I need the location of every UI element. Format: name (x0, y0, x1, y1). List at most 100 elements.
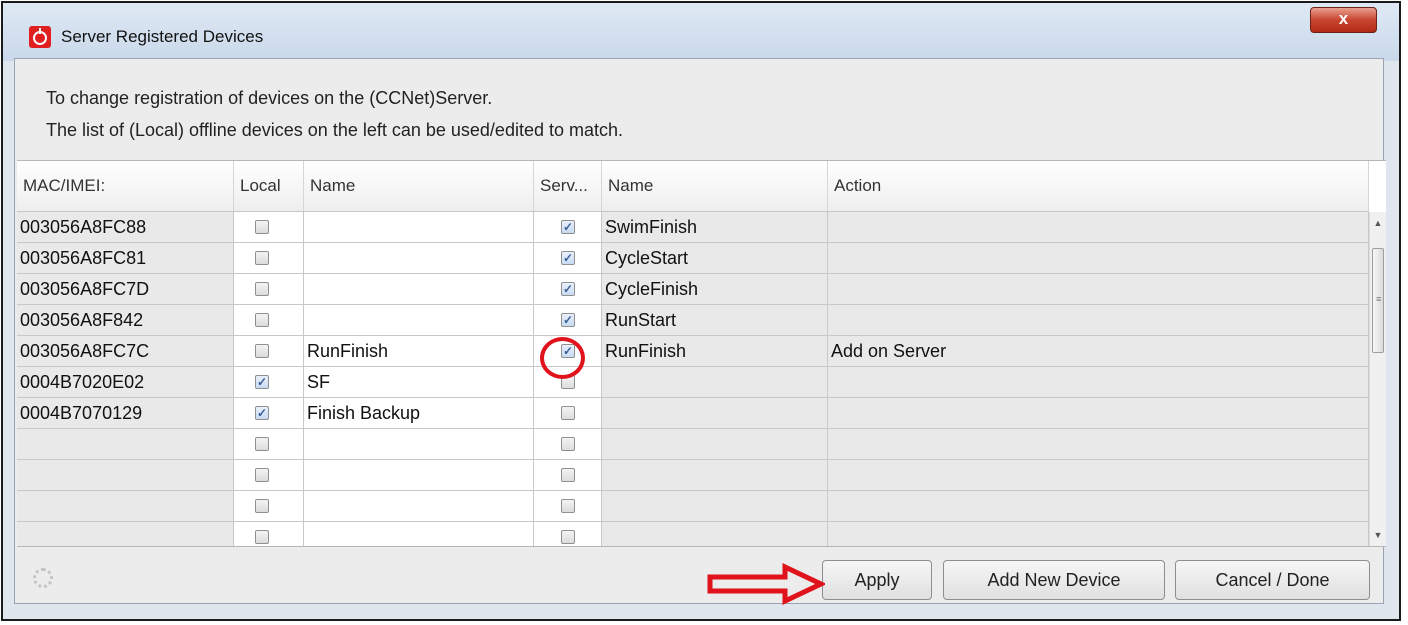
cell-local (234, 522, 304, 546)
cell-server (534, 460, 602, 490)
close-button[interactable]: x (1310, 7, 1377, 33)
cell-local (234, 243, 304, 273)
cell-local (234, 336, 304, 366)
cell-local-name[interactable]: Finish Backup (304, 398, 534, 428)
cell-local-name[interactable] (304, 305, 534, 335)
title-bar[interactable]: Server Registered Devices x (3, 3, 1399, 61)
table-row[interactable]: 0004B7020E02 ✓ SF (17, 367, 1369, 398)
cell-server (534, 398, 602, 428)
server-checkbox[interactable] (561, 530, 575, 544)
cell-local (234, 212, 304, 242)
table-row[interactable]: 003056A8FC88 ✓ SwimFinish (17, 212, 1369, 243)
table-row[interactable]: 003056A8FC7D ✓ CycleFinish (17, 274, 1369, 305)
cell-server-name: CycleFinish (602, 274, 828, 304)
cell-local-name[interactable]: RunFinish (304, 336, 534, 366)
cell-server-name (602, 522, 828, 546)
column-header-server-name[interactable]: Name (602, 161, 828, 211)
cell-server-name (602, 460, 828, 490)
red-arrow-icon (707, 563, 825, 605)
local-checkbox[interactable] (255, 499, 269, 513)
cell-server (534, 429, 602, 459)
cancel-done-button[interactable]: Cancel / Done (1175, 560, 1370, 600)
cell-server: ✓ (534, 274, 602, 304)
cell-server (534, 522, 602, 546)
cell-mac: 0004B7020E02 (17, 367, 234, 397)
local-checkbox[interactable] (255, 530, 269, 544)
server-checkbox[interactable] (561, 406, 575, 420)
stopwatch-icon (29, 26, 51, 48)
cell-action (828, 398, 1369, 428)
local-checkbox[interactable] (255, 344, 269, 358)
server-checkbox[interactable] (561, 499, 575, 513)
cell-local-name[interactable] (304, 460, 534, 490)
table-row[interactable]: 003056A8F842 ✓ RunStart (17, 305, 1369, 336)
cell-action (828, 274, 1369, 304)
description-line-1: To change registration of devices on the… (46, 88, 493, 108)
table-row[interactable] (17, 522, 1369, 546)
local-checkbox[interactable]: ✓ (255, 406, 269, 420)
local-checkbox[interactable]: ✓ (255, 375, 269, 389)
column-header-action[interactable]: Action (828, 161, 1369, 211)
table-row[interactable] (17, 460, 1369, 491)
cell-action (828, 460, 1369, 490)
cell-action (828, 367, 1369, 397)
server-checkbox[interactable]: ✓ (561, 313, 575, 327)
server-checkbox[interactable] (561, 437, 575, 451)
cell-local-name[interactable] (304, 429, 534, 459)
table-row[interactable]: 003056A8FC81 ✓ CycleStart (17, 243, 1369, 274)
server-checkbox[interactable]: ✓ (561, 251, 575, 265)
cell-local: ✓ (234, 398, 304, 428)
cell-action (828, 491, 1369, 521)
server-checkbox[interactable] (561, 468, 575, 482)
cell-local-name[interactable] (304, 491, 534, 521)
close-icon: x (1338, 9, 1349, 28)
cell-local-name[interactable] (304, 522, 534, 546)
local-checkbox[interactable] (255, 251, 269, 265)
cell-mac (17, 491, 234, 521)
table-row[interactable]: 0004B7070129 ✓ Finish Backup (17, 398, 1369, 429)
cell-server-name: RunStart (602, 305, 828, 335)
cell-mac (17, 522, 234, 546)
column-header-server[interactable]: Serv... (534, 161, 602, 211)
add-new-device-button[interactable]: Add New Device (943, 560, 1165, 600)
column-header-local-name[interactable]: Name (304, 161, 534, 211)
column-header-mac[interactable]: MAC/IMEI: (17, 161, 234, 211)
vertical-scrollbar[interactable]: ▲ ≡ ▼ (1369, 212, 1386, 546)
cell-local (234, 305, 304, 335)
cell-server-name: CycleStart (602, 243, 828, 273)
cell-server: ✓ (534, 212, 602, 242)
red-circle-highlight (540, 337, 585, 379)
grip-icon: ≡ (1376, 294, 1382, 304)
local-checkbox[interactable] (255, 220, 269, 234)
cell-local-name[interactable]: SF (304, 367, 534, 397)
cell-action (828, 243, 1369, 273)
local-checkbox[interactable] (255, 468, 269, 482)
table-row[interactable]: 003056A8FC7C RunFinish ✓ RunFinish Add on Se… (17, 336, 1369, 367)
table-row[interactable] (17, 429, 1369, 460)
local-checkbox[interactable] (255, 437, 269, 451)
cell-server-name (602, 367, 828, 397)
cell-server: ✓ (534, 305, 602, 335)
cell-local-name[interactable] (304, 212, 534, 242)
scrollbar-thumb[interactable]: ≡ (1372, 248, 1384, 353)
local-checkbox[interactable] (255, 282, 269, 296)
description-line-2: The list of (Local) offline devices on t… (46, 120, 624, 140)
column-header-local[interactable]: Local (234, 161, 304, 211)
server-checkbox[interactable]: ✓ (561, 282, 575, 296)
cell-mac (17, 460, 234, 490)
cell-local-name[interactable] (304, 243, 534, 273)
scroll-down-arrow-icon[interactable]: ▼ (1370, 526, 1386, 544)
cell-mac (17, 429, 234, 459)
apply-button[interactable]: Apply (822, 560, 932, 600)
scroll-up-arrow-icon[interactable]: ▲ (1370, 214, 1386, 232)
table-header: MAC/IMEI: Local Name Serv... Name Action (17, 161, 1369, 212)
local-checkbox[interactable] (255, 313, 269, 327)
cell-server-name: SwimFinish (602, 212, 828, 242)
server-checkbox[interactable]: ✓ (561, 220, 575, 234)
cell-action (828, 522, 1369, 546)
table-row[interactable] (17, 491, 1369, 522)
cell-mac: 003056A8FC81 (17, 243, 234, 273)
devices-table: MAC/IMEI: Local Name Serv... Name Action… (17, 160, 1386, 547)
cell-server-name (602, 491, 828, 521)
cell-local-name[interactable] (304, 274, 534, 304)
